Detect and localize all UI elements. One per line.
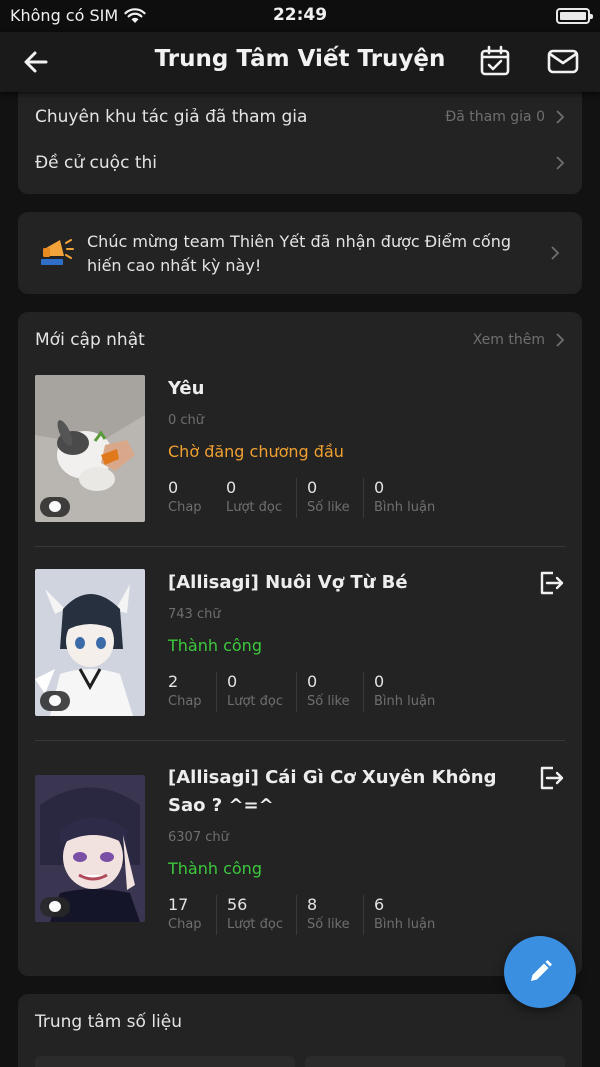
chevron-right-icon <box>556 156 565 170</box>
story-status: Thành công <box>168 859 262 878</box>
exit-icon[interactable] <box>537 569 565 597</box>
data-center-card: Trung tâm số liệu <box>18 994 582 1067</box>
reads-label: Lượt đọc <box>227 917 284 932</box>
joined-zones-label: Chuyên khu tác giả đã tham gia <box>35 107 308 127</box>
see-more-link[interactable]: Xem thêm <box>473 332 545 348</box>
story-item[interactable]: [Allisagi] Cái Gì Cơ Xuyên Không Sao ? ^… <box>35 764 565 944</box>
comment-icon <box>40 691 70 711</box>
nav-bar: Trung Tâm Viết Truyện <box>0 32 600 92</box>
story-stats: 0 Chap 0 Lượt đọc 0 Số like 0 Bình luận <box>168 478 453 518</box>
chevron-right-icon[interactable] <box>555 332 565 348</box>
reads-count: 56 <box>227 895 248 914</box>
comments-label: Bình luận <box>374 500 436 515</box>
comments-count: 6 <box>374 895 385 914</box>
battery-icon <box>556 8 593 24</box>
chevron-right-icon <box>551 246 560 260</box>
comments-label: Bình luận <box>374 694 436 709</box>
recent-updates-title: Mới cập nhật <box>35 330 145 350</box>
comments-label: Bình luận <box>374 917 436 932</box>
chevron-right-icon <box>556 110 565 124</box>
comment-icon <box>40 897 70 917</box>
chap-label: Chap <box>168 917 202 932</box>
data-center-title: Trung tâm số liệu <box>35 1012 183 1032</box>
reads-count: 0 <box>227 672 238 691</box>
mail-icon[interactable] <box>546 44 580 78</box>
data-tile[interactable] <box>305 1056 565 1067</box>
announcement-text: Chúc mừng team Thiên Yết đã nhận được Đi… <box>87 232 512 275</box>
story-stats: 2 Chap 0 Lượt đọc 0 Số like 0 Bình luận <box>168 672 453 712</box>
contest-nomination-label: Đề cử cuộc thi <box>35 153 157 173</box>
divider <box>35 740 565 741</box>
story-cover-anime-girl[interactable] <box>35 775 145 922</box>
clock: 22:49 <box>272 5 328 25</box>
story-status: Thành công <box>168 636 262 655</box>
story-stats: 17 Chap 56 Lượt đọc 8 Số like 6 Bình luậ… <box>168 895 453 935</box>
chap-count: 2 <box>168 672 179 691</box>
recent-updates-card: Mới cập nhật Xem thêm Yêu 0 chữ Chờ đăng… <box>18 312 582 976</box>
word-count: 0 chữ <box>168 413 205 428</box>
announcement-card[interactable]: Chúc mừng team Thiên Yết đã nhận được Đi… <box>18 212 582 294</box>
comments-count: 0 <box>374 478 385 497</box>
likes-count: 0 <box>307 478 318 497</box>
divider <box>35 546 565 547</box>
joined-zones-value: Đã tham gia 0 <box>445 109 545 125</box>
write-story-button[interactable] <box>504 936 576 1008</box>
story-title: [Allisagi] Cái Gì Cơ Xuyên Không Sao ? ^… <box>168 767 497 816</box>
likes-label: Số like <box>307 694 350 709</box>
story-item[interactable]: Yêu 0 chữ Chờ đăng chương đầu 0 Chap 0 L… <box>35 375 565 535</box>
story-cover-anime-boy[interactable] <box>35 569 145 716</box>
story-cover-rabbit[interactable] <box>35 375 145 522</box>
pencil-icon <box>531 960 552 981</box>
chap-count: 17 <box>168 895 189 914</box>
reads-count: 0 <box>226 478 237 497</box>
comment-icon <box>40 497 70 517</box>
story-title: [Allisagi] Nuôi Vợ Từ Bé <box>168 572 408 593</box>
exit-icon[interactable] <box>537 764 565 792</box>
word-count: 6307 chữ <box>168 830 229 845</box>
megaphone-icon <box>41 239 74 265</box>
joined-zones-row[interactable]: Chuyên khu tác giả đã tham gia Đã tham g… <box>35 102 565 132</box>
chap-count: 0 <box>168 478 179 497</box>
likes-label: Số like <box>307 500 350 515</box>
comments-count: 0 <box>374 672 385 691</box>
word-count: 743 chữ <box>168 607 221 622</box>
story-status: Chờ đăng chương đầu <box>168 442 344 461</box>
likes-count: 0 <box>307 672 318 691</box>
story-item[interactable]: [Allisagi] Nuôi Vợ Từ Bé 743 chữ Thành c… <box>35 569 565 729</box>
data-tile[interactable] <box>35 1056 295 1067</box>
reads-label: Lượt đọc <box>227 694 284 709</box>
story-title: Yêu <box>168 378 205 399</box>
likes-label: Số like <box>307 917 350 932</box>
contest-nomination-row[interactable]: Đề cử cuộc thi <box>35 148 565 178</box>
reads-label: Lượt đọc <box>226 500 283 515</box>
chap-label: Chap <box>168 500 202 515</box>
status-bar: Không có SIM 22:49 <box>0 0 600 32</box>
recent-updates-header: Mới cập nhật Xem thêm <box>35 328 565 352</box>
likes-count: 8 <box>307 895 318 914</box>
chap-label: Chap <box>168 694 202 709</box>
calendar-check-icon[interactable] <box>478 44 512 78</box>
